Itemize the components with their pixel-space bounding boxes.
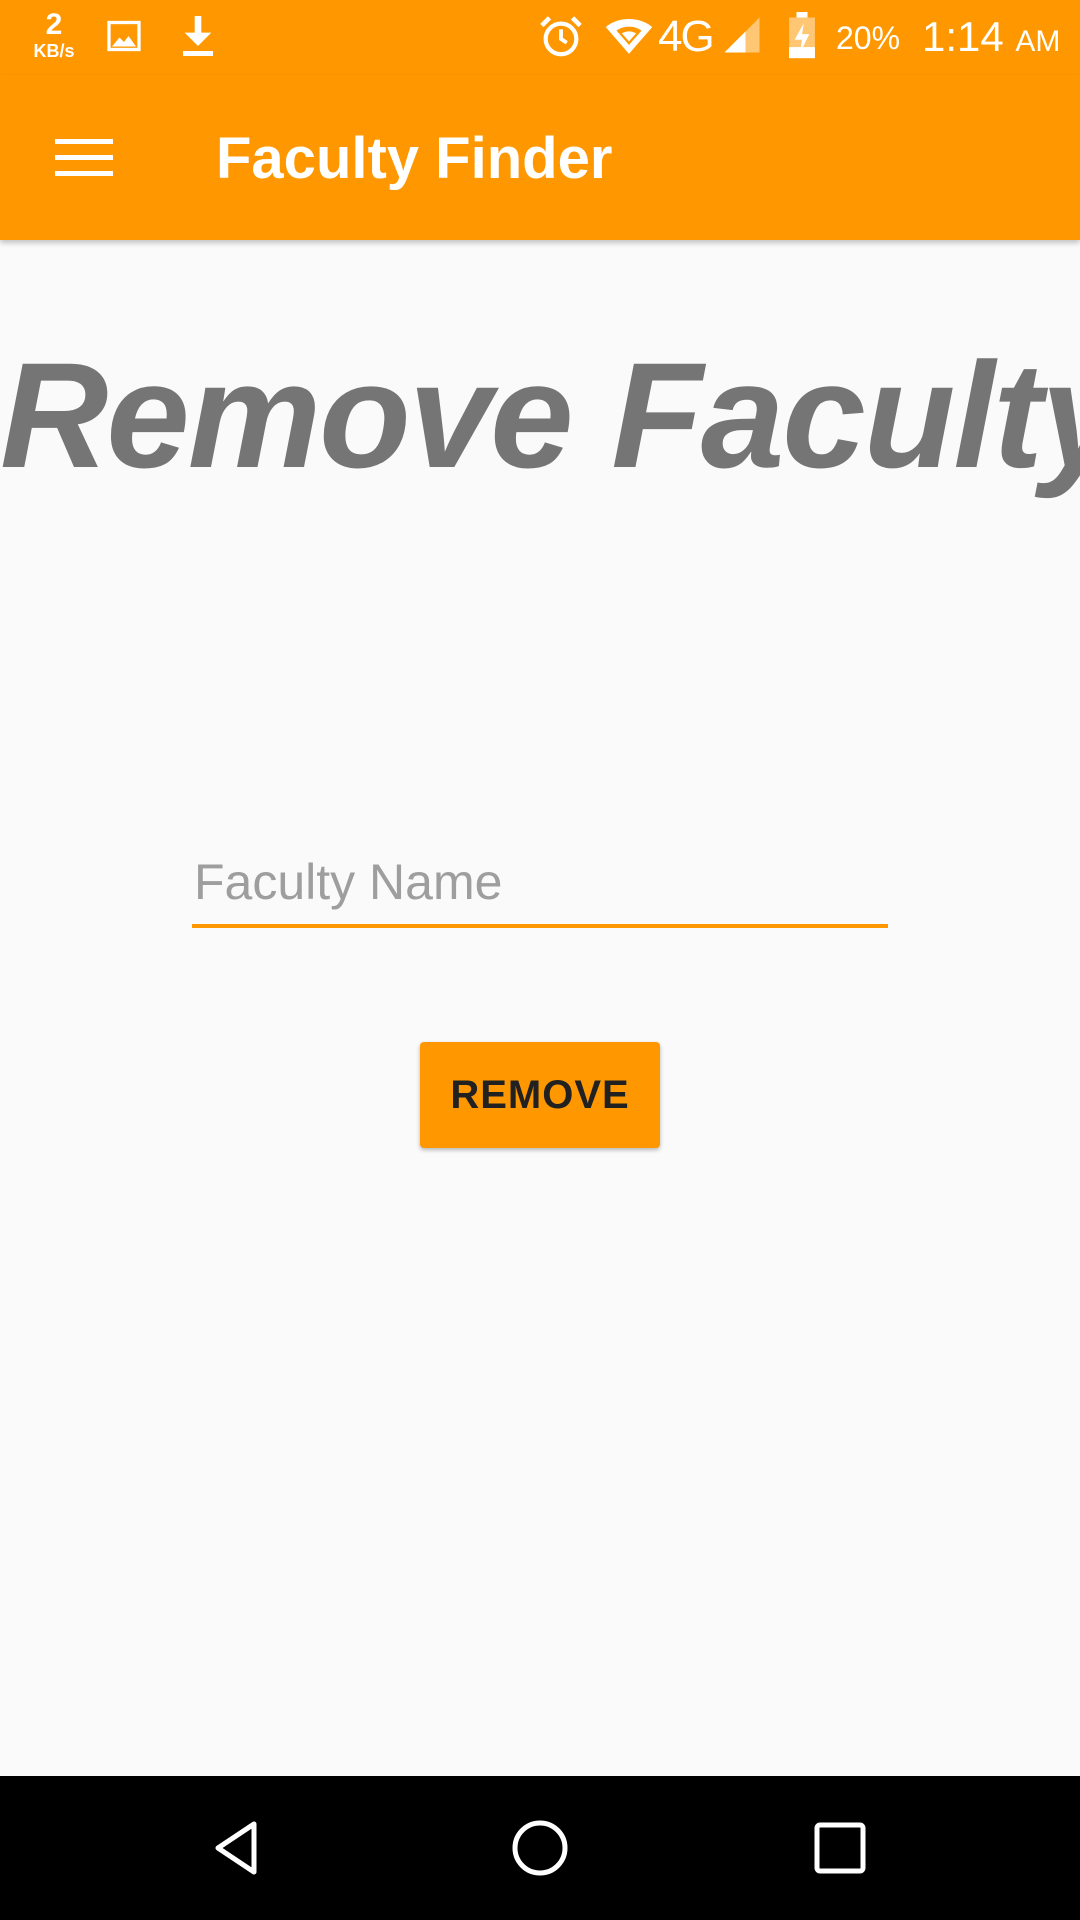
app-title: Faculty Finder [216, 126, 613, 191]
navigation-bar [0, 1776, 1080, 1920]
signal-icon [724, 17, 760, 53]
menu-icon [55, 138, 113, 176]
home-button[interactable] [490, 1798, 590, 1898]
recents-icon [814, 1822, 866, 1874]
gallery-icon [107, 20, 141, 52]
home-icon [512, 1820, 568, 1876]
clock: 1:14 AM [922, 12, 1060, 67]
back-button[interactable] [190, 1798, 290, 1898]
clock-time: 1:14 [922, 13, 1004, 60]
alarm-icon [540, 16, 582, 57]
network-speed-value: 2 [45, 8, 63, 41]
download-icon [183, 16, 213, 56]
menu-button[interactable] [28, 120, 140, 195]
wifi-icon [605, 19, 653, 54]
battery-charging-icon [789, 12, 815, 59]
remove-button[interactable]: REMOVE [420, 1042, 660, 1148]
page-heading: Remove Faculty [0, 331, 1080, 499]
faculty-name-input[interactable] [192, 840, 888, 924]
network-speed-indicator: 2 KB/s [24, 8, 84, 61]
back-icon [215, 1821, 257, 1875]
clock-period: AM [1015, 25, 1061, 58]
faculty-name-field [192, 840, 888, 928]
recents-button[interactable] [790, 1798, 890, 1898]
app-bar: Faculty Finder [0, 75, 1080, 240]
battery-percent: 20% [836, 20, 901, 56]
network-type-label: 4G [658, 12, 715, 61]
status-bar: 2 KB/s 4G 20% 1:14 AM [0, 0, 1080, 75]
network-speed-unit: KB/s [33, 41, 75, 61]
